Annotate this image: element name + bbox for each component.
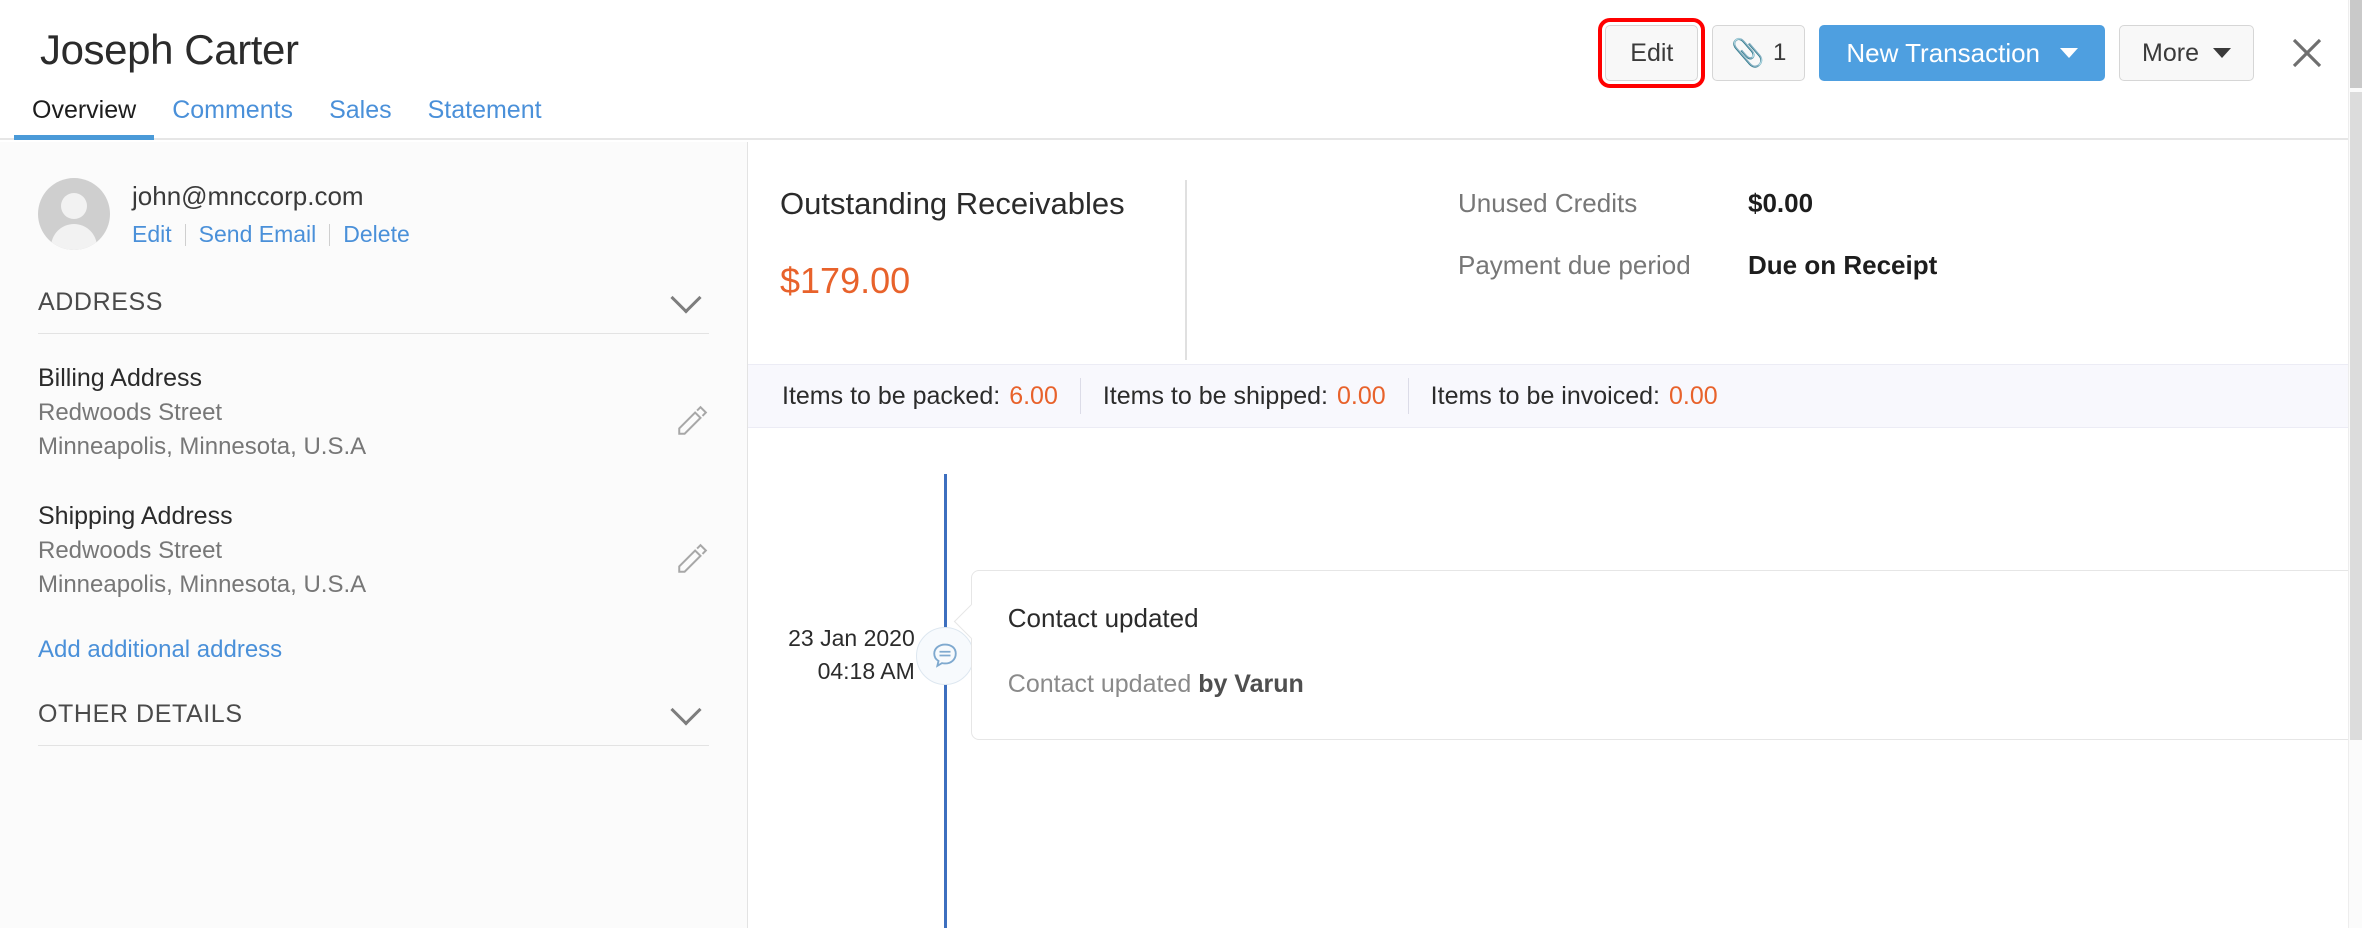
shipping-address-line1: Redwoods Street (38, 534, 649, 568)
comment-bubble-icon (930, 641, 960, 671)
items-to-be-shipped-label: Items to be shipped: (1103, 382, 1328, 411)
timeline-entry-detail-text: Contact updated (1008, 670, 1198, 698)
address-section-header[interactable]: ADDRESS (38, 288, 709, 334)
tab-sales[interactable]: Sales (311, 95, 410, 138)
address-section-title: ADDRESS (38, 288, 163, 317)
items-to-be-packed-value: 6.00 (1009, 382, 1058, 411)
items-status-bar: Items to be packed: 6.00 Items to be shi… (748, 364, 2362, 428)
outstanding-receivables-block: Outstanding Receivables $179.00 (748, 142, 1408, 364)
contact-summary: john@mnccorp.com Edit Send Email Delete (38, 142, 709, 250)
tab-overview[interactable]: Overview (14, 95, 154, 138)
timeline-entry-timestamp: 23 Jan 2020 04:18 AM (748, 570, 915, 688)
more-label: More (2142, 39, 2199, 68)
contact-delete-link[interactable]: Delete (330, 221, 422, 248)
summary-section: Outstanding Receivables $179.00 Unused C… (748, 142, 2362, 364)
attachments-button[interactable]: 📎 1 (1712, 25, 1805, 81)
scrollbar-thumb[interactable] (2350, 0, 2362, 88)
contact-meta: john@mnccorp.com Edit Send Email Delete (132, 174, 423, 248)
pencil-icon (675, 404, 709, 438)
timeline-marker (916, 627, 974, 685)
shipping-address-line2: Minneapolis, Minnesota, U.S.A (38, 568, 649, 602)
payment-due-value: Due on Receipt (1748, 250, 1937, 281)
timeline-entry-time: 04:18 AM (748, 655, 915, 688)
other-details-section-title: OTHER DETAILS (38, 700, 243, 729)
billing-address-edit-button[interactable] (675, 404, 709, 438)
unused-credits-label: Unused Credits (1458, 188, 1748, 219)
items-to-be-invoiced[interactable]: Items to be invoiced: 0.00 (1409, 382, 1740, 411)
header-actions: Edit 📎 1 New Transaction More (1605, 24, 2350, 82)
scrollbar-track-shade[interactable] (2350, 92, 2362, 740)
outstanding-receivables-value[interactable]: $179.00 (780, 260, 1408, 302)
outstanding-receivables-label: Outstanding Receivables (780, 184, 1408, 224)
user-avatar-icon (38, 178, 110, 250)
timeline-entry-actor: by Varun (1198, 670, 1304, 698)
contact-sidebar: john@mnccorp.com Edit Send Email Delete … (0, 142, 748, 928)
chevron-down-icon (2060, 48, 2078, 58)
new-transaction-button[interactable]: New Transaction (1819, 25, 2105, 81)
close-button[interactable] (2278, 24, 2336, 82)
billing-address-title: Billing Address (38, 360, 649, 396)
items-to-be-shipped[interactable]: Items to be shipped: 0.00 (1081, 382, 1408, 411)
close-icon (2290, 36, 2324, 70)
page-scrollbar[interactable] (2348, 0, 2362, 928)
shipping-address-edit-button[interactable] (675, 542, 709, 576)
timeline-entry-date: 23 Jan 2020 (788, 625, 915, 651)
page-body: john@mnccorp.com Edit Send Email Delete … (0, 142, 2362, 928)
unused-credits-row: Unused Credits $0.00 (1458, 188, 1937, 250)
shipping-address-block: Shipping Address Redwoods Street Minneap… (38, 498, 709, 602)
edit-button[interactable]: Edit (1605, 25, 1698, 81)
activity-timeline: 23 Jan 2020 04:18 AM Contact updated (748, 428, 2362, 928)
items-to-be-shipped-value: 0.00 (1337, 382, 1386, 411)
timeline-entry: 23 Jan 2020 04:18 AM Contact updated (748, 570, 2362, 740)
other-details-section-header[interactable]: OTHER DETAILS (38, 700, 709, 746)
timeline-entry-card[interactable]: Contact updated Contact updated by Varun (971, 570, 2362, 740)
tab-bar: Overview Comments Sales Statement (0, 92, 2362, 140)
unused-credits-value: $0.00 (1748, 188, 1813, 219)
billing-address-line1: Redwoods Street (38, 396, 649, 430)
payment-due-label: Payment due period (1458, 250, 1748, 281)
tab-comments[interactable]: Comments (154, 95, 311, 138)
items-to-be-invoiced-label: Items to be invoiced: (1431, 382, 1660, 411)
chevron-down-icon (670, 282, 701, 313)
contact-send-email-link[interactable]: Send Email (186, 221, 330, 248)
new-transaction-label: New Transaction (1846, 38, 2040, 69)
chevron-down-icon (670, 694, 701, 725)
items-to-be-invoiced-value: 0.00 (1669, 382, 1718, 411)
divider (1185, 180, 1187, 360)
contact-edit-link[interactable]: Edit (132, 221, 185, 248)
main-panel: Outstanding Receivables $179.00 Unused C… (748, 142, 2362, 928)
billing-address-line2: Minneapolis, Minnesota, U.S.A (38, 430, 649, 464)
billing-address-block: Billing Address Redwoods Street Minneapo… (38, 360, 709, 464)
contact-detail-page: Joseph Carter Edit 📎 1 New Transaction M… (0, 0, 2362, 928)
attachment-count: 1 (1773, 39, 1786, 67)
summary-details: Unused Credits $0.00 Payment due period … (1408, 142, 1937, 364)
timeline-entry-detail: Contact updated by Varun (1008, 667, 2325, 701)
shipping-address-title: Shipping Address (38, 498, 649, 534)
page-title: Joseph Carter (40, 25, 299, 75)
timeline-entry-title: Contact updated (1008, 601, 2325, 635)
add-additional-address-link[interactable]: Add additional address (38, 636, 282, 664)
contact-action-links: Edit Send Email Delete (132, 221, 423, 248)
more-button[interactable]: More (2119, 25, 2254, 81)
contact-email: john@mnccorp.com (132, 180, 423, 212)
pencil-icon (675, 542, 709, 576)
page-header: Joseph Carter Edit 📎 1 New Transaction M… (0, 0, 2362, 140)
tab-statement[interactable]: Statement (410, 95, 560, 138)
items-to-be-packed[interactable]: Items to be packed: 6.00 (760, 382, 1080, 411)
items-to-be-packed-label: Items to be packed: (782, 382, 1000, 411)
chevron-down-icon (2213, 48, 2231, 58)
payment-due-row: Payment due period Due on Receipt (1458, 250, 1937, 312)
paperclip-icon: 📎 (1731, 40, 1765, 67)
